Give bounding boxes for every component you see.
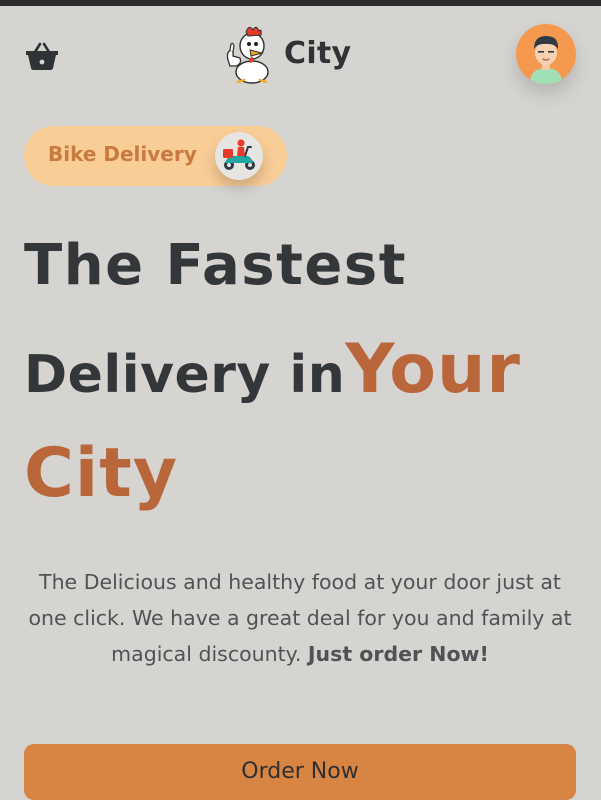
- basket-icon: [26, 42, 58, 70]
- logo[interactable]: City: [222, 22, 351, 84]
- hero-line-2: Delivery inYour: [24, 336, 584, 412]
- hero-description: The Delicious and healthy food at your d…: [24, 564, 576, 672]
- description-text: The Delicious and healthy food at your d…: [28, 570, 572, 666]
- hero-heading: The Fastest Delivery inYour City: [24, 230, 584, 508]
- user-avatar-icon: [530, 36, 562, 84]
- logo-text: City: [284, 35, 352, 71]
- order-now-button[interactable]: Order Now: [24, 744, 576, 800]
- hero-line-1: The Fastest: [24, 233, 407, 298]
- description-emphasis: Just order Now!: [307, 642, 489, 666]
- site-header: City: [0, 6, 601, 102]
- delivery-scooter-icon: [223, 139, 255, 170]
- user-avatar[interactable]: [516, 24, 576, 84]
- chicken-mascot-icon: [226, 26, 269, 84]
- badge-label: Bike Delivery: [48, 142, 197, 166]
- hero-line-2-text: Delivery in: [24, 345, 346, 405]
- hero-line-2-accent: Your: [345, 330, 521, 409]
- hero-line-3: City: [24, 434, 179, 513]
- badge-icon-circle: [215, 132, 263, 180]
- bike-delivery-badge: Bike Delivery: [24, 126, 287, 186]
- cart-button[interactable]: [24, 40, 60, 72]
